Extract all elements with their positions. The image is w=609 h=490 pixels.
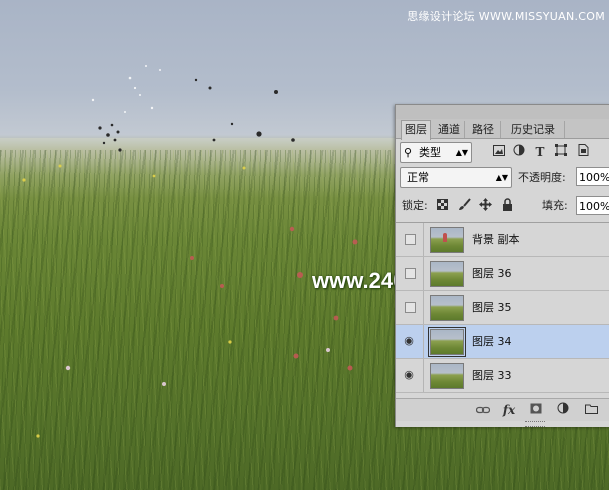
shape-filter-icon[interactable]: [552, 142, 570, 162]
layer-list: 背景 副本 图层 36 图层 35 ◉ 图层 34 ◉ 图层 33: [396, 222, 609, 399]
watermark-top: 思缘设计论坛 WWW.MISSYUAN.COM: [407, 10, 605, 23]
blend-row: 正常 ▲▼ 不透明度: 100%: [400, 167, 609, 189]
lock-brush-icon[interactable]: [456, 198, 472, 214]
panel-footer: fx: [396, 398, 609, 421]
lock-all-icon[interactable]: [499, 198, 515, 214]
layer-name[interactable]: 图层 33: [472, 359, 512, 392]
mask-icon[interactable]: [527, 401, 545, 419]
panel-title-bar[interactable]: [396, 105, 609, 120]
fill-input[interactable]: 100%: [576, 196, 609, 215]
lock-move-icon[interactable]: [477, 198, 493, 214]
layer-thumbnail: [430, 363, 464, 389]
adjustment-icon[interactable]: [554, 401, 572, 419]
layer-thumbnail: [430, 295, 464, 321]
eye-icon[interactable]: ◉: [402, 334, 416, 348]
layer-row[interactable]: 背景 副本: [396, 223, 609, 257]
layer-thumbnail: [430, 227, 464, 253]
fx-icon[interactable]: fx: [500, 401, 518, 419]
image-filter-icon[interactable]: [490, 142, 508, 162]
resize-grip[interactable]: [525, 421, 545, 427]
tab-paths[interactable]: 路径: [466, 121, 501, 138]
layer-name[interactable]: 背景 副本: [472, 223, 520, 256]
divider: [423, 257, 424, 290]
layer-name[interactable]: 图层 36: [472, 257, 512, 290]
layer-row[interactable]: ◉ 图层 33: [396, 359, 609, 393]
link-icon[interactable]: [474, 401, 492, 419]
visibility-toggle[interactable]: [405, 234, 416, 245]
visibility-toggle[interactable]: [405, 302, 416, 313]
layers-panel: 图层 通道 路径 历史记录 ⚲ 类型 ▲▼ T 正常 ▲▼ 不透明度: 100%…: [395, 104, 609, 427]
layer-row[interactable]: 图层 35: [396, 291, 609, 325]
smart-object-filter-icon[interactable]: [574, 142, 592, 162]
layer-name[interactable]: 图层 35: [472, 291, 512, 324]
layer-row-selected[interactable]: ◉ 图层 34: [396, 325, 609, 359]
eye-icon[interactable]: ◉: [402, 368, 416, 382]
tab-layers[interactable]: 图层: [401, 120, 431, 140]
opacity-input[interactable]: 100%: [576, 167, 609, 186]
divider: [423, 223, 424, 256]
opacity-label: 不透明度:: [518, 171, 566, 184]
folder-icon[interactable]: [582, 401, 600, 419]
layer-row[interactable]: 图层 36: [396, 257, 609, 291]
filter-kind-select[interactable]: ⚲ 类型 ▲▼: [400, 142, 472, 163]
adjustment-filter-icon[interactable]: [510, 142, 528, 162]
filter-kind-label: 类型: [419, 146, 441, 159]
fill-label: 填充:: [542, 199, 568, 212]
search-icon: ⚲: [404, 146, 413, 159]
blend-mode-select[interactable]: 正常 ▲▼: [400, 167, 512, 188]
filter-row: ⚲ 类型 ▲▼ T: [400, 141, 606, 163]
divider: [423, 359, 424, 392]
layer-name[interactable]: 图层 34: [472, 325, 512, 358]
visibility-toggle[interactable]: [405, 268, 416, 279]
updown-arrow-icon: ▲▼: [495, 173, 508, 182]
divider: [423, 291, 424, 324]
divider: [423, 325, 424, 358]
blend-mode-value: 正常: [407, 171, 429, 184]
panel-tabs: 图层 通道 路径 历史记录: [396, 119, 609, 140]
lock-row: 锁定: 填充: 100%: [400, 196, 609, 218]
updown-arrow-icon: ▲▼: [455, 148, 468, 157]
lock-label: 锁定:: [402, 199, 428, 212]
lock-transparent-icon[interactable]: [434, 198, 450, 214]
tab-channels[interactable]: 通道: [434, 121, 465, 138]
layer-thumbnail: [430, 261, 464, 287]
type-filter-icon[interactable]: T: [531, 142, 549, 162]
tab-history[interactable]: 历史记录: [502, 121, 565, 138]
layer-thumbnail: [428, 327, 466, 357]
